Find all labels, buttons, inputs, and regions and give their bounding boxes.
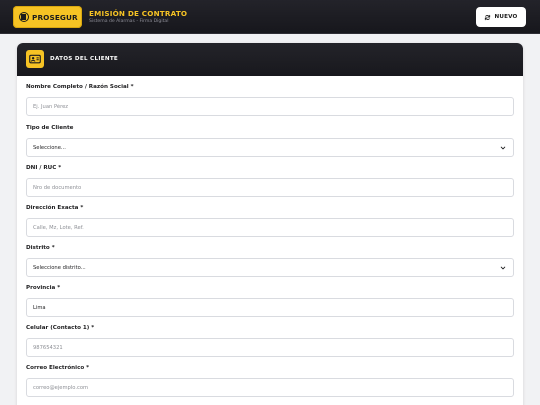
tipo-cliente-label: Tipo de Cliente [26, 125, 74, 131]
distrito-selected: Seleccione distrito... [33, 264, 86, 271]
nombre-input[interactable] [26, 97, 514, 116]
prosegur-logo-icon [19, 12, 29, 22]
prosegur-logo[interactable]: PROSEGUR [13, 6, 82, 28]
celular-input[interactable] [26, 338, 514, 357]
card-title: DATOS DEL CLIENTE [50, 56, 119, 62]
distrito-label: Distrito * [26, 245, 55, 251]
distrito-select[interactable]: Seleccione distrito... [26, 258, 514, 277]
dni-label: DNI / RUC * [26, 165, 62, 171]
chevron-down-icon [500, 266, 506, 270]
correo-label: Correo Electrónico * [26, 365, 90, 371]
chevron-down-icon [500, 146, 506, 150]
dni-input[interactable] [26, 178, 514, 197]
tipo-cliente-select[interactable]: Seleccione... [26, 138, 514, 157]
page-title: EMISIÓN DE CONTRATO [89, 9, 188, 18]
celular-label: Celular (Contacto 1) * [26, 325, 95, 331]
card-header: DATOS DEL CLIENTE [17, 43, 523, 76]
logo-text: PROSEGUR [32, 12, 78, 22]
direccion-input[interactable] [26, 218, 514, 237]
tipo-cliente-selected: Seleccione... [33, 144, 66, 151]
top-bar: PROSEGUR EMISIÓN DE CONTRATO Sistema de … [0, 0, 540, 34]
refresh-icon [485, 14, 491, 20]
provincia-label: Provincia * [26, 285, 61, 291]
contact-card-icon [26, 50, 44, 68]
correo-input[interactable] [26, 378, 514, 397]
nombre-label: Nombre Completo / Razón Social * [26, 84, 134, 90]
new-button-label: NUEVO [494, 14, 518, 20]
new-button[interactable]: NUEVO [476, 7, 526, 27]
page-subtitle: Sistema de Alarmas - Firma Digital [89, 19, 169, 24]
direccion-label: Dirección Exacta * [26, 205, 84, 211]
provincia-input[interactable] [26, 298, 514, 317]
